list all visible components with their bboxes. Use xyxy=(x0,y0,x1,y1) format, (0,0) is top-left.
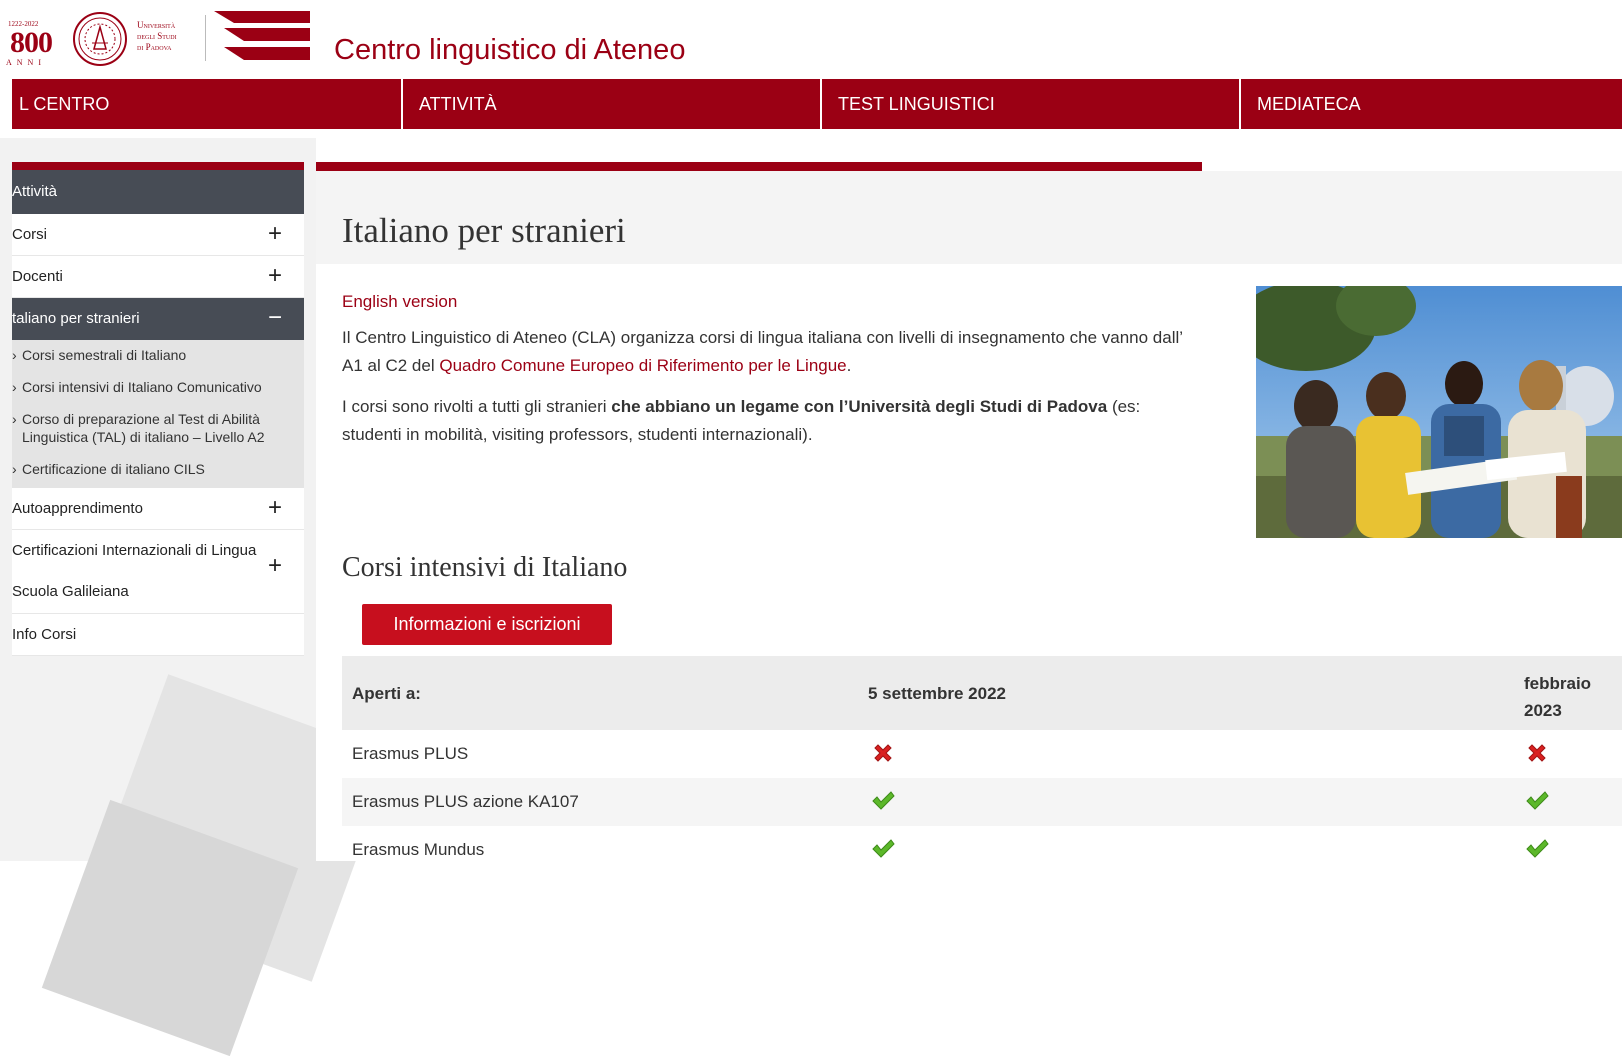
sidebar-item-label: taliano per stranieri xyxy=(12,310,140,327)
table-row: Erasmus PLUS xyxy=(342,730,1622,778)
submenu-certificazione-cils[interactable]: Certificazione di italiano CILS xyxy=(12,460,304,478)
sidebar-item-label: Corsi xyxy=(12,226,48,243)
university-seal-icon xyxy=(73,12,127,66)
sidebar-item-label: Info Corsi xyxy=(12,626,77,643)
check-icon xyxy=(872,839,895,858)
sidebar-item-docenti[interactable]: Docenti + xyxy=(12,256,304,298)
audience-paragraph: I corsi sono rivolti a tutti gli stranie… xyxy=(342,393,1202,449)
check-icon xyxy=(1526,839,1549,858)
qcer-link[interactable]: Quadro Comune Europeo di Riferimento per… xyxy=(439,356,846,375)
info-iscrizioni-button[interactable]: Informazioni e iscrizioni xyxy=(362,604,612,645)
row-label: Erasmus PLUS azione KA107 xyxy=(352,792,579,811)
sidebar-item-corsi[interactable]: Corsi + xyxy=(12,214,304,256)
sidebar-item-label: Certificazioni Internazionali di Lingua xyxy=(12,542,257,559)
content-accent-bar xyxy=(316,162,1202,171)
sidebar-heading[interactable]: Attività xyxy=(12,170,304,214)
column-header-febbraio-line2: 2023 xyxy=(1524,701,1562,720)
row-label: Erasmus PLUS xyxy=(352,744,469,763)
anniversary-number: 800 xyxy=(10,26,53,59)
table-row: Erasmus PLUS azione KA107 xyxy=(342,778,1622,826)
sidebar-item-label: Autoapprendimento xyxy=(12,500,143,517)
expand-plus-icon[interactable]: + xyxy=(268,546,282,586)
university-name-line3: di Padova xyxy=(137,42,172,52)
students-photo xyxy=(1256,286,1622,538)
row-label: Erasmus Mundus xyxy=(352,840,485,859)
sidebar-submenu: Corsi semestrali di Italiano Corsi inten… xyxy=(12,340,304,488)
sidebar-accent-bar xyxy=(12,162,304,170)
check-icon xyxy=(872,791,895,810)
submenu-corso-tal[interactable]: Corso di preparazione al Test di Abilità… xyxy=(12,410,304,446)
table-row: Erasmus Mundus xyxy=(342,826,1622,874)
intro-paragraph: Il Centro Linguistico di Ateneo (CLA) or… xyxy=(342,324,1202,380)
table-header: Aperti a: 5 settembre 2022 febbraio 2023 xyxy=(342,656,1622,730)
sidebar-menu: Attività Corsi + Docenti + taliano per s… xyxy=(12,162,304,656)
submenu-corsi-intensivi[interactable]: Corsi intensivi di Italiano Comunicativo xyxy=(12,378,304,396)
anniversary-word: ANNI xyxy=(6,58,46,67)
sidebar-item-italiano-per-stranieri[interactable]: taliano per stranieri − xyxy=(12,298,304,340)
column-header-febbraio: febbraio 2023 xyxy=(1524,670,1591,724)
cross-icon xyxy=(874,744,892,762)
collapse-minus-icon[interactable]: − xyxy=(268,298,282,338)
sidebar-item-info-corsi[interactable]: Info Corsi xyxy=(12,614,304,656)
check-icon xyxy=(1526,791,1549,810)
page-title: Italiano per stranieri xyxy=(342,211,626,250)
cross-icon xyxy=(1528,744,1546,762)
cla-stripes-logo-icon[interactable] xyxy=(214,11,310,65)
audience-text: I corsi sono rivolti a tutti gli stranie… xyxy=(342,397,612,416)
sidebar-item-label[interactable]: Scuola Galileiana xyxy=(12,571,129,613)
university-name[interactable]: Università degli Studi di Padova xyxy=(137,20,177,53)
nav-mediateca[interactable]: MEDIATECA xyxy=(1241,79,1622,129)
content-body: English version Il Centro Linguistico di… xyxy=(316,264,1622,861)
main-navigation: L CENTRO ATTIVITÀ TEST LINGUISTICI MEDIA… xyxy=(12,79,1622,129)
eligibility-table: Aperti a: 5 settembre 2022 febbraio 2023 … xyxy=(342,656,1622,874)
column-header-settembre: 5 settembre 2022 xyxy=(868,684,1006,703)
expand-plus-icon[interactable]: + xyxy=(268,214,282,254)
expand-plus-icon[interactable]: + xyxy=(268,488,282,528)
column-header-aperti-a: Aperti a: xyxy=(352,684,421,703)
nav-attivita[interactable]: ATTIVITÀ xyxy=(403,79,820,129)
site-title[interactable]: Centro linguistico di Ateneo xyxy=(334,34,685,67)
800-anni-logo[interactable]: 1222-2022 800 ANNI xyxy=(4,14,64,67)
submenu-corsi-semestrali[interactable]: Corsi semestrali di Italiano xyxy=(12,346,304,364)
nav-test-linguistici[interactable]: TEST LINGUISTICI xyxy=(822,79,1239,129)
sidebar-item-label: Docenti xyxy=(12,268,63,285)
sidebar-item-autoapprendimento[interactable]: Autoapprendimento + xyxy=(12,488,304,530)
intro-period: . xyxy=(846,356,852,375)
sidebar-item-certificazioni[interactable]: Certificazioni Internazionali di Lingua … xyxy=(12,530,304,614)
expand-plus-icon[interactable]: + xyxy=(268,256,282,296)
university-name-line2: degli Studi xyxy=(137,31,177,41)
nav-il-centro[interactable]: L CENTRO xyxy=(12,79,401,129)
site-header: 1222-2022 800 ANNI Università degli Stud… xyxy=(0,0,1622,78)
english-version-link[interactable]: English version xyxy=(342,292,457,312)
section-title: Corsi intensivi di Italiano xyxy=(342,552,628,583)
university-name-line1: Università xyxy=(137,20,176,30)
header-divider xyxy=(205,15,206,61)
column-header-febbraio-line1: febbraio xyxy=(1524,674,1592,693)
main-content: Italiano per stranieri English version I… xyxy=(316,160,1622,861)
audience-bold-text: che abbiano un legame con l’Università d… xyxy=(611,397,1108,416)
